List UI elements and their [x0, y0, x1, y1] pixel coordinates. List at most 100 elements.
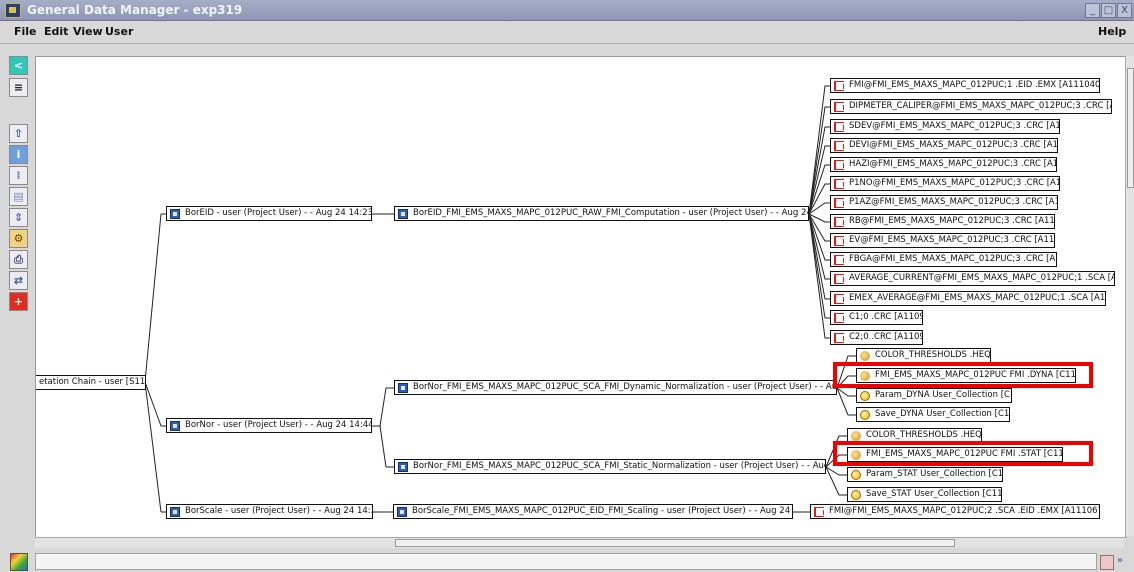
node-label: C1;0 .CRC [A110911] — [849, 312, 922, 322]
process-node-boreid[interactable]: BorEID - user (Project User) - - Aug 24 … — [166, 206, 372, 221]
log-node[interactable]: DEVI@FMI_EMS_MAXS_MAPC_012PUC;3 .CRC [A1… — [830, 138, 1058, 153]
log-file-icon — [834, 81, 844, 91]
menu-bar: File Edit View User Help — [0, 21, 1134, 44]
node-label: P1NO@FMI_EMS_MAXS_MAPC_012PUC;3 .CRC [A1… — [849, 178, 1059, 188]
window-title: General Data Manager - exp319 — [27, 3, 243, 17]
log-file-icon — [814, 507, 824, 517]
node-label: DEVI@FMI_EMS_MAXS_MAPC_012PUC;3 .CRC [A1… — [849, 140, 1058, 150]
log-node[interactable]: P1NO@FMI_EMS_MAXS_MAPC_012PUC;3 .CRC [A1… — [830, 176, 1060, 191]
left-toolbar: < ≡ ⇧ i ⁞ ▤ ⇕ ⚙ ⎙ ⇄ + — [0, 44, 35, 550]
node-label: AVERAGE_CURRENT@FMI_EMS_MAXS_MAPC_012PUC… — [849, 273, 1114, 283]
add-icon[interactable]: + — [9, 292, 28, 311]
log-node[interactable]: AVERAGE_CURRENT@FMI_EMS_MAXS_MAPC_012PUC… — [830, 271, 1115, 286]
upload-icon[interactable]: ⇧ — [9, 124, 28, 143]
log-file-icon — [834, 294, 844, 304]
process-icon — [170, 421, 180, 431]
node-label: FMI@FMI_EMS_MAXS_MAPC_012PUC;1 .EID .EMX… — [849, 80, 1100, 90]
node-label: BorEID_FMI_EMS_MAXS_MAPC_012PUC_RAW_FMI_… — [413, 208, 808, 218]
tree-canvas[interactable]: etation Chain - user [S110874] BorEID - … — [35, 56, 1126, 538]
process-icon — [398, 462, 408, 472]
log-file-icon — [834, 122, 844, 132]
process-node-static-normalization[interactable]: BorNor_FMI_EMS_MAXS_MAPC_012PUC_SCA_FMI_… — [394, 459, 826, 474]
highlight-box-stat — [833, 441, 1093, 466]
collection-node[interactable]: Param_STAT User_Collection [C111079] — [847, 467, 1003, 482]
collection-node[interactable]: Save_DYNA User_Collection [C111076] — [856, 407, 1010, 422]
process-icon — [170, 209, 180, 219]
menu-edit[interactable]: Edit — [44, 25, 68, 38]
palette-icon[interactable] — [10, 553, 28, 571]
forward-icon[interactable]: » — [1117, 554, 1131, 568]
menu-user[interactable]: User — [105, 25, 133, 38]
log-file-icon — [834, 274, 844, 284]
node-label: DIPMETER_CALIPER@FMI_EMS_MAXS_MAPC_012PU… — [849, 101, 1111, 111]
properties-icon[interactable]: ⇕ — [9, 208, 28, 227]
print-icon[interactable]: ⎙ — [9, 250, 28, 269]
log-node[interactable]: SDEV@FMI_EMS_MAXS_MAPC_012PUC;3 .CRC [A1… — [830, 119, 1060, 134]
log-file-icon — [834, 160, 844, 170]
node-label: BorNor_FMI_EMS_MAXS_MAPC_012PUC_SCA_FMI_… — [413, 461, 825, 471]
minimize-button[interactable]: _ — [1085, 3, 1100, 18]
process-icon — [398, 383, 408, 393]
log-node[interactable]: EV@FMI_EMS_MAXS_MAPC_012PUC;3 .CRC [A111… — [830, 233, 1055, 248]
log-node[interactable]: RB@FMI_EMS_MAXS_MAPC_012PUC;3 .CRC [A111… — [830, 214, 1055, 229]
highlight-box-dyna — [833, 362, 1093, 388]
process-node-scaling[interactable]: BorScale_FMI_EMS_MAXS_MAPC_012PUC_EID_FM… — [393, 504, 793, 519]
thresholds-icon — [851, 431, 861, 441]
list-view-icon[interactable]: ≡ — [9, 78, 28, 97]
log-file-icon — [834, 217, 844, 227]
user-collection-icon — [860, 391, 870, 401]
log-node[interactable]: C1;0 .CRC [A110911] — [830, 310, 923, 325]
node-label: EV@FMI_EMS_MAXS_MAPC_012PUC;3 .CRC [A111… — [849, 235, 1055, 245]
maximize-button[interactable]: □ — [1101, 3, 1116, 18]
user-collection-icon — [860, 410, 870, 420]
vertical-scrollbar[interactable] — [1125, 56, 1134, 536]
menu-help[interactable]: Help — [1098, 25, 1126, 38]
root-node[interactable]: etation Chain - user [S110874] — [36, 375, 146, 390]
log-node[interactable]: EMEX_AVERAGE@FMI_EMS_MAXS_MAPC_012PUC;1 … — [830, 291, 1106, 306]
log-node[interactable]: FMI@FMI_EMS_MAXS_MAPC_012PUC;2 .SCA .EID… — [810, 504, 1100, 519]
node-label: EMEX_AVERAGE@FMI_EMS_MAXS_MAPC_012PUC;1 … — [849, 293, 1106, 303]
node-label: Save_STAT User_Collection [C111080] — [866, 489, 1002, 499]
log-file-icon — [834, 179, 844, 189]
log-file-icon — [834, 141, 844, 151]
log-node[interactable]: P1AZ@FMI_EMS_MAXS_MAPC_012PUC;3 .CRC [A1… — [830, 195, 1058, 210]
collection-node[interactable]: COLOR_THRESHOLDS .HEQ [C111072] — [856, 348, 991, 363]
collection-node[interactable]: Param_DYNA User_Collection [C111075] — [856, 388, 1012, 403]
log-node[interactable]: FBGA@FMI_EMS_MAXS_MAPC_012PUC;3 .CRC [A1… — [830, 252, 1057, 267]
log-file-icon — [834, 333, 844, 343]
node-label: BorEID - user (Project User) - - Aug 24 … — [185, 208, 371, 218]
node-label: HAZI@FMI_EMS_MAXS_MAPC_012PUC;3 .CRC [A1… — [849, 159, 1056, 169]
node-label: RB@FMI_EMS_MAXS_MAPC_012PUC;3 .CRC [A111… — [849, 216, 1055, 226]
horizontal-scrollbar[interactable] — [35, 537, 1124, 548]
process-node-dynamic-normalization[interactable]: BorNor_FMI_EMS_MAXS_MAPC_012PUC_SCA_FMI_… — [394, 380, 837, 395]
close-button[interactable]: X — [1117, 3, 1132, 18]
menu-file[interactable]: File — [14, 25, 37, 38]
node-label: FBGA@FMI_EMS_MAXS_MAPC_012PUC;3 .CRC [A1… — [849, 254, 1056, 264]
filter-icon[interactable]: ⁞ — [9, 166, 28, 185]
menu-view[interactable]: View — [73, 25, 103, 38]
transfer-icon[interactable]: ⇄ — [9, 271, 28, 290]
log-node[interactable]: HAZI@FMI_EMS_MAXS_MAPC_012PUC;3 .CRC [A1… — [830, 157, 1057, 172]
log-node[interactable]: FMI@FMI_EMS_MAXS_MAPC_012PUC;1 .EID .EMX… — [830, 78, 1100, 93]
log-file-icon — [834, 255, 844, 265]
collection-node[interactable]: Save_STAT User_Collection [C111080] — [847, 487, 1002, 502]
process-node-bornor[interactable]: BorNor - user (Project User) - - Aug 24 … — [166, 418, 372, 433]
details-icon[interactable]: ▤ — [9, 187, 28, 206]
node-label: Param_DYNA User_Collection [C111075] — [875, 390, 1011, 400]
search-icon[interactable]: ⚙ — [9, 229, 28, 248]
scrollbar-thumb[interactable] — [395, 539, 955, 547]
scrollbar-thumb[interactable] — [1127, 68, 1134, 188]
log-node[interactable]: C2;0 .CRC [A110914] — [830, 330, 923, 345]
status-field — [35, 553, 1097, 570]
node-label: SDEV@FMI_EMS_MAXS_MAPC_012PUC;3 .CRC [A1… — [849, 121, 1059, 131]
process-icon — [397, 507, 407, 517]
stop-icon[interactable] — [1100, 555, 1114, 570]
process-node-borscale[interactable]: BorScale - user (Project User) - - Aug 2… — [166, 504, 373, 519]
tree-layout-icon[interactable]: < — [9, 56, 28, 75]
node-label: etation Chain - user [S110874] — [39, 377, 146, 387]
info-icon[interactable]: i — [9, 145, 28, 164]
log-node[interactable]: DIPMETER_CALIPER@FMI_EMS_MAXS_MAPC_012PU… — [830, 99, 1112, 114]
process-icon — [170, 507, 180, 517]
log-file-icon — [834, 236, 844, 246]
process-node-computation[interactable]: BorEID_FMI_EMS_MAXS_MAPC_012PUC_RAW_FMI_… — [394, 206, 809, 221]
